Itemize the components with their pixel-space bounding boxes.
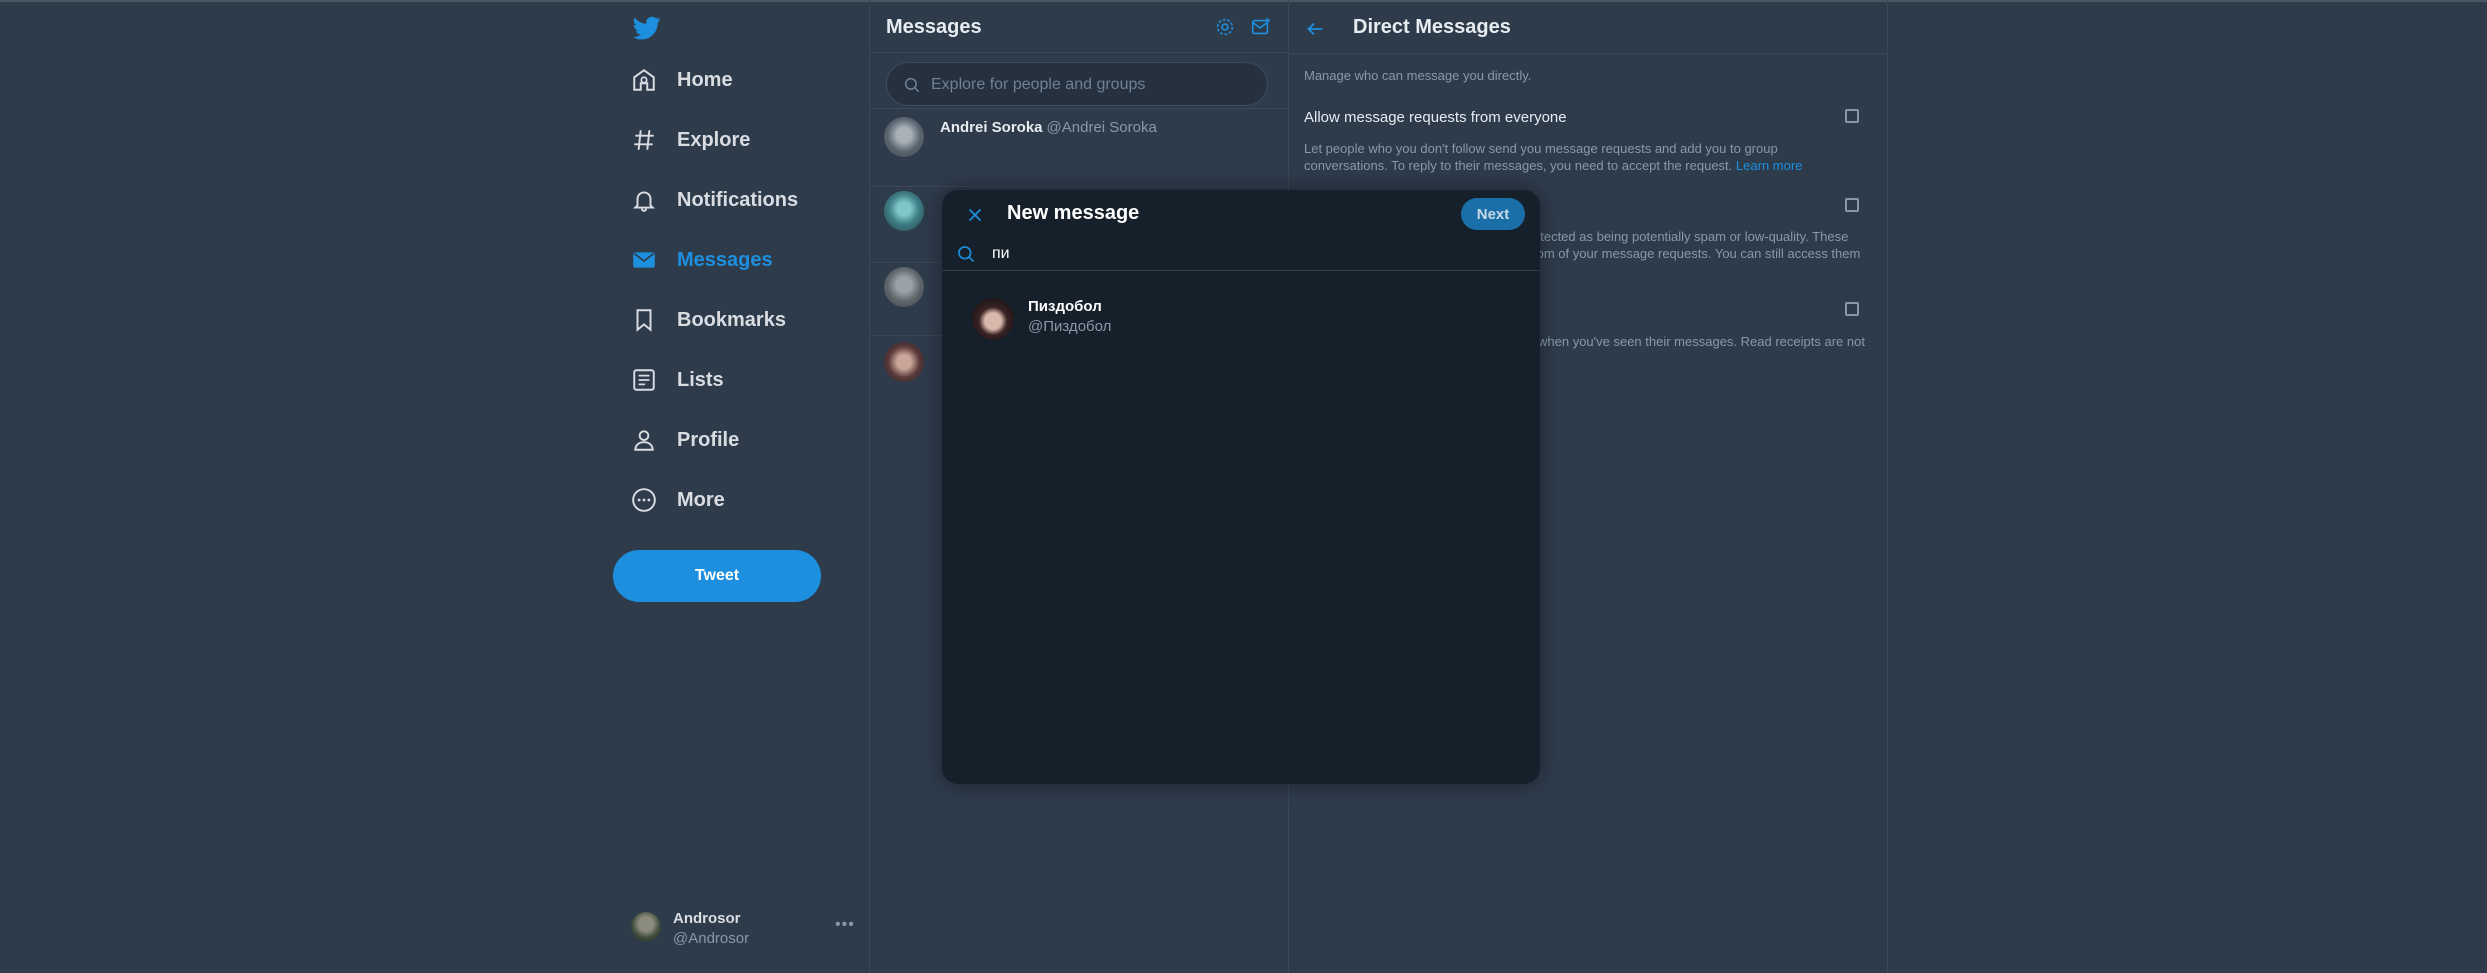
conversation-name-text: Andrei Soroka [940, 119, 1043, 136]
more-dots-icon[interactable]: ••• [835, 916, 855, 934]
next-button[interactable]: Next [1461, 198, 1525, 230]
recipient-search[interactable] [942, 238, 1540, 271]
envelope-icon [633, 252, 655, 268]
messages-title: Messages [886, 16, 982, 38]
nav-lists[interactable]: Lists [631, 356, 724, 404]
conversation-name: Andrei Soroka @Andrei Soroka [940, 119, 1157, 136]
nav-notifications[interactable]: Notifications [631, 176, 798, 224]
result-name: Пиздобол [1028, 298, 1102, 315]
nav-profile-label: Profile [677, 428, 740, 451]
allow-requests-label: Allow message requests from everyone [1304, 109, 1567, 126]
header-divider [870, 52, 1288, 53]
avatar [884, 191, 924, 231]
nav-messages-label: Messages [677, 248, 773, 271]
message-search[interactable] [886, 62, 1268, 107]
avatar [884, 267, 924, 307]
learn-more-link[interactable]: Learn more [1736, 158, 1802, 173]
new-message-modal: New message Next Пиздобол @Пиздобол [942, 190, 1540, 784]
home-icon [633, 69, 655, 91]
tweet-button[interactable]: Tweet [613, 550, 821, 602]
nav-more-label: More [677, 488, 725, 511]
header-divider [1288, 53, 1887, 54]
account-name: Androsor [673, 910, 741, 927]
allow-requests-text: Let people who you don't follow send you… [1304, 140, 1864, 174]
filter-text-line: tom of your message requests. You can st… [1533, 246, 1861, 261]
sidebar-nav: Home Explore Notifications Messages Book… [613, 0, 869, 973]
result-handle: @Пиздобол [1028, 318, 1112, 335]
twitter-logo-icon[interactable] [631, 14, 663, 42]
search-input[interactable] [929, 63, 1253, 107]
nav-home-label: Home [677, 68, 733, 91]
nav-bookmarks[interactable]: Bookmarks [631, 296, 786, 344]
account-switcher[interactable]: Androsor @Androsor ••• [631, 908, 861, 952]
close-icon[interactable] [964, 204, 986, 226]
more-circle-icon [632, 488, 656, 512]
account-handle: @Androsor [673, 930, 750, 947]
avatar [884, 117, 924, 157]
settings-description: Manage who can message you directly. [1304, 68, 1532, 83]
new-message-icon[interactable] [1250, 16, 1272, 38]
nav-home[interactable]: Home [631, 56, 733, 104]
read-receipts-text: when you've seen their messages. Read re… [1538, 334, 1865, 349]
bookmark-icon [636, 309, 652, 332]
avatar [972, 298, 1014, 340]
conversation-item[interactable]: Andrei Soroka @Andrei Soroka [870, 108, 1288, 186]
nav-notifications-label: Notifications [677, 188, 799, 211]
modal-title: New message [1007, 202, 1140, 224]
avatar [631, 912, 661, 942]
hashtag-icon [634, 130, 654, 150]
filter-text: etected as being potentially spam or low… [1533, 228, 1863, 262]
list-icon [633, 369, 655, 391]
nav-lists-label: Lists [677, 368, 724, 391]
allow-requests-checkbox[interactable] [1845, 109, 1859, 123]
nav-bookmarks-label: Bookmarks [677, 308, 786, 331]
filter-checkbox[interactable] [1845, 198, 1859, 212]
recipient-search-input[interactable] [990, 240, 1514, 268]
settings-title: Direct Messages [1353, 16, 1511, 38]
person-icon [634, 430, 654, 451]
back-arrow-icon[interactable] [1304, 18, 1326, 40]
bell-icon [632, 191, 656, 212]
allow-requests-text-body: Let people who you don't follow send you… [1304, 141, 1778, 173]
gear-icon[interactable] [1214, 16, 1236, 38]
conversation-handle: @Andrei Soroka [1046, 119, 1157, 136]
messages-header-actions [1214, 16, 1272, 38]
nav-explore[interactable]: Explore [631, 116, 750, 164]
read-receipts-checkbox[interactable] [1845, 302, 1859, 316]
search-result-item[interactable]: Пиздобол @Пиздобол [942, 294, 1540, 354]
search-icon [904, 77, 920, 93]
nav-messages[interactable]: Messages [631, 236, 773, 284]
nav-more[interactable]: More [631, 476, 725, 524]
avatar [884, 342, 924, 382]
nav-explore-label: Explore [677, 128, 751, 151]
filter-text-line: etected as being potentially spam or low… [1533, 229, 1849, 244]
nav-profile[interactable]: Profile [631, 416, 739, 464]
search-icon [958, 246, 975, 263]
